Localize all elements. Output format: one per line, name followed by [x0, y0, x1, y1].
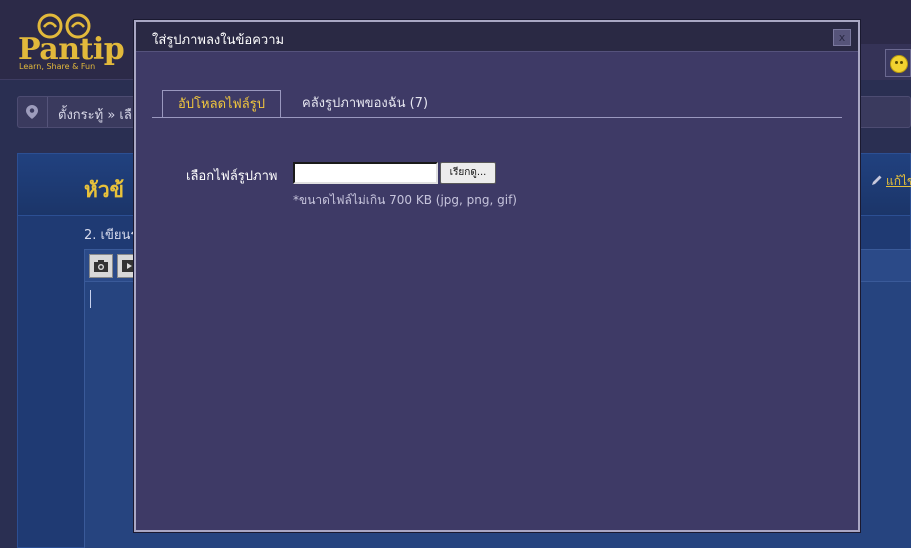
- tab-my-gallery[interactable]: คลังรูปภาพของฉัน (7): [287, 90, 443, 118]
- tabs-underline: [152, 117, 842, 118]
- breadcrumb-divider: [47, 97, 48, 127]
- file-picker-label: เลือกไฟล์รูปภาพ: [186, 169, 278, 184]
- pantip-logo[interactable]: Pantip Learn, Share & Fun: [16, 10, 126, 76]
- insert-image-dialog: ใส่รูปภาพลงในข้อความ x อัปโหลดไฟล์รูป คล…: [134, 20, 860, 532]
- text-caret: [90, 290, 91, 308]
- topic-title-heading: หัวข้: [84, 178, 124, 202]
- edit-link[interactable]: แก้ไข: [886, 172, 911, 191]
- tab-upload-file[interactable]: อัปโหลดไฟล์รูป: [162, 90, 281, 118]
- dialog-titlebar[interactable]: ใส่รูปภาพลงในข้อความ x: [136, 22, 858, 52]
- emoticon-button[interactable]: [885, 49, 911, 77]
- dialog-title: ใส่รูปภาพลงในข้อความ: [152, 33, 285, 48]
- location-pin-icon: [26, 105, 38, 119]
- step-label: 2. เขียนร: [84, 228, 138, 243]
- file-size-hint: *ขนาดไฟล์ไม่เกิน 700 KB (jpg, png, gif): [293, 193, 517, 207]
- breadcrumb-path[interactable]: ตั้งกระทู้ » เลื: [58, 104, 132, 125]
- file-path-input[interactable]: [293, 162, 438, 184]
- close-button[interactable]: x: [833, 29, 851, 46]
- smiley-icon: [890, 55, 908, 73]
- insert-image-button[interactable]: [89, 254, 113, 278]
- camera-icon: [94, 260, 108, 272]
- pencil-icon: [872, 175, 882, 185]
- browse-button[interactable]: เรียกดู...: [440, 162, 496, 184]
- logo-tagline: Learn, Share & Fun: [19, 62, 96, 71]
